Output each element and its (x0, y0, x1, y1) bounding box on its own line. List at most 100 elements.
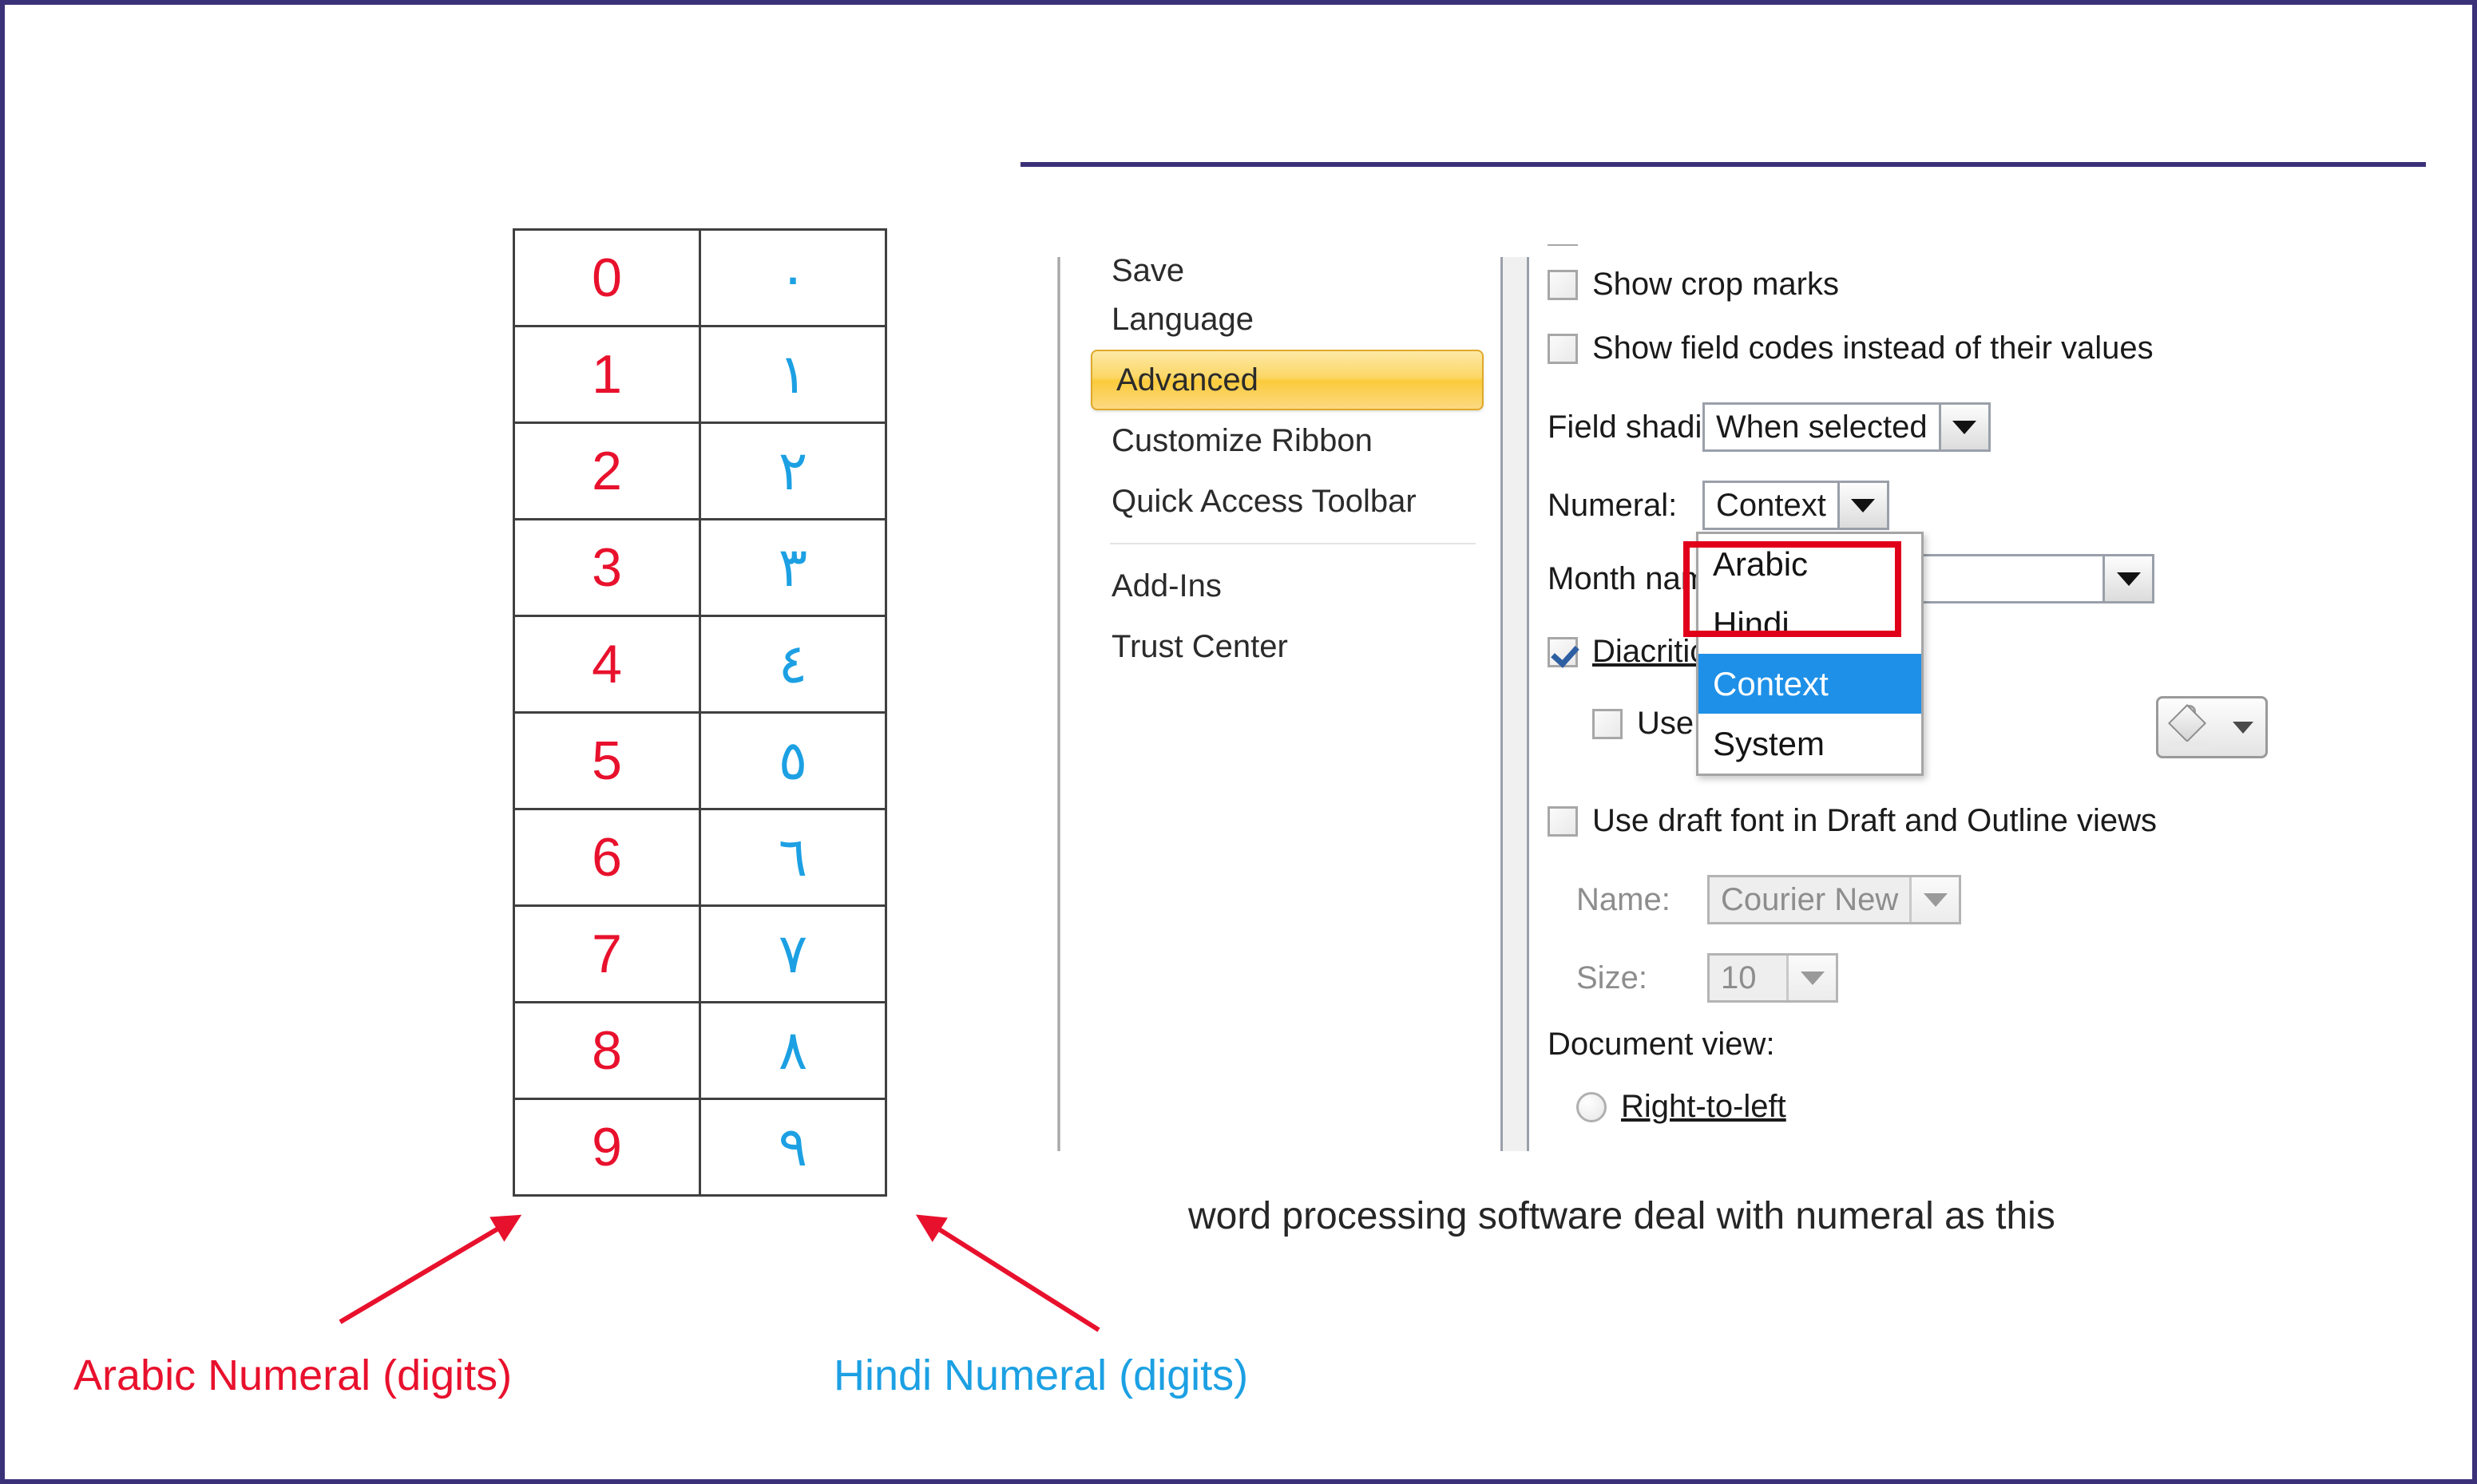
arrow-to-arabic-column (339, 1214, 522, 1324)
hindi-numeral-cell: ٦ (699, 808, 887, 907)
option-use-draft-font[interactable]: Use draft font in Draft and Outline view… (1548, 803, 2157, 839)
option-show-crop-marks[interactable]: Show crop marks (1548, 267, 1839, 303)
checkbox-show-field-codes[interactable] (1548, 333, 1578, 364)
size-label: Size: (1576, 960, 1647, 995)
arabic-numeral-cell: 8 (513, 1001, 701, 1100)
field-shading-row: Field shading: When selected (1548, 402, 1991, 452)
annotation-highlight-box (1683, 541, 1901, 637)
word-options-dialog: Save Language Advanced Customize Ribbon … (1052, 244, 2426, 1154)
option-label: Show field codes instead of their values (1592, 330, 2154, 366)
numeral-comparison-table: 0٠1١2٢3٣4٤5٥6٦7٧8٨9٩ (513, 228, 887, 1197)
draft-font-size-value: 10 (1721, 960, 1757, 995)
dropdown-option-system[interactable]: System (1698, 714, 1921, 774)
diacritics-color-button[interactable] (2156, 696, 2268, 758)
chevron-down-icon[interactable] (2233, 721, 2253, 734)
numeral-combo[interactable]: Context (1702, 481, 1889, 530)
field-shading-combo[interactable]: When selected (1702, 402, 1991, 452)
sidebar-item-label: Advanced (1116, 362, 1258, 398)
arabic-numeral-cell: 3 (513, 518, 701, 617)
advanced-options-pane: Show crop marks Show field codes instead… (1548, 244, 2426, 1154)
caption-arabic-numeral: Arabic Numeral (digits) (73, 1351, 513, 1399)
dropdown-option-context[interactable]: Context (1698, 654, 1921, 714)
hindi-numeral-cell: ٧ (699, 904, 887, 1003)
hindi-numeral-cell: ٠ (699, 228, 887, 327)
caption-note: word processing software deal with numer… (1188, 1195, 2055, 1237)
document-view-group-label: Document view: (1548, 1027, 1775, 1063)
checkbox-use-draft-font[interactable] (1548, 805, 1578, 837)
checkbox-show-crop-marks[interactable] (1548, 269, 1578, 300)
arabic-numeral-cell: 5 (513, 711, 701, 810)
arabic-numeral-cell: 9 (513, 1098, 701, 1197)
chevron-down-icon[interactable] (1909, 877, 1960, 922)
table-row: 3٣ (513, 518, 887, 617)
arabic-numeral-cell: 2 (513, 421, 701, 520)
table-row: 5٥ (513, 711, 887, 810)
slide-canvas: 0٠1١2٢3٣4٤5٥6٦7٧8٨9٩ Arabic Numeral (dig… (0, 0, 2477, 1484)
sidebar-item-trust-center[interactable]: Trust Center (1088, 616, 1487, 677)
option-label: Show crop marks (1592, 267, 1839, 302)
clipped-checkbox (1548, 244, 1578, 246)
draft-font-name-value: Courier New (1721, 881, 1899, 917)
numeral-row: Numeral: Context (1548, 481, 1889, 530)
field-shading-value: When selected (1716, 409, 1928, 445)
sidebar-item-save[interactable]: Save (1088, 244, 1487, 289)
draft-font-name-combo[interactable]: Courier New (1707, 875, 1962, 924)
dialog-vertical-divider (1500, 257, 1529, 1151)
table-row: 9٩ (513, 1098, 887, 1197)
field-shading-label: Field shading: (1548, 409, 1747, 445)
table-row: 4٤ (513, 615, 887, 714)
option-right-to-left[interactable]: Right-to-left (1576, 1089, 1786, 1125)
sidebar-item-customize-ribbon[interactable]: Customize Ribbon (1088, 410, 1487, 471)
hindi-numeral-cell: ٨ (699, 1001, 887, 1100)
hindi-numeral-cell: ٢ (699, 421, 887, 520)
draft-font-size-combo[interactable]: 10 (1707, 953, 1838, 1003)
hindi-numeral-cell: ١ (699, 325, 887, 424)
table-row: 6٦ (513, 808, 887, 907)
chevron-down-icon[interactable] (2102, 556, 2152, 601)
dialog-sidebar-nav: Save Language Advanced Customize Ribbon … (1088, 244, 1487, 677)
sidebar-item-label: Trust Center (1112, 628, 1288, 664)
sidebar-item-label: Add-Ins (1112, 568, 1222, 603)
option-label: Use draft font in Draft and Outline view… (1592, 803, 2157, 838)
sidebar-item-language[interactable]: Language (1088, 289, 1487, 350)
dialog-left-border (1057, 257, 1060, 1151)
option-label: Right-to-left (1621, 1089, 1786, 1125)
numeral-value: Context (1716, 487, 1826, 523)
sidebar-item-quick-access-toolbar[interactable]: Quick Access Toolbar (1088, 471, 1487, 532)
sidebar-item-label: Customize Ribbon (1112, 422, 1373, 458)
name-label: Name: (1576, 881, 1670, 917)
table-row: 1١ (513, 325, 887, 424)
arabic-numeral-cell: 6 (513, 808, 701, 907)
right-to-left-label: Right-to-left (1621, 1089, 1786, 1124)
hindi-numeral-cell: ٩ (699, 1098, 887, 1197)
option-show-field-codes[interactable]: Show field codes instead of their values (1548, 330, 2154, 366)
arabic-numeral-cell: 7 (513, 904, 701, 1003)
document-view-label: Document view: (1548, 1027, 1775, 1062)
chevron-down-icon[interactable] (1938, 405, 1988, 449)
chevron-down-icon[interactable] (1837, 483, 1887, 528)
chevron-down-icon[interactable] (1786, 956, 1836, 1000)
table-row: 0٠ (513, 228, 887, 327)
clipped-option-row-above (1548, 244, 2059, 252)
hindi-numeral-cell: ٤ (699, 615, 887, 714)
checkbox-use-this-diacritics[interactable] (1592, 708, 1623, 739)
radio-right-to-left[interactable] (1576, 1091, 1607, 1122)
sidebar-item-advanced[interactable]: Advanced (1091, 350, 1484, 410)
hindi-numeral-cell: ٣ (699, 518, 887, 617)
sidebar-divider (1110, 543, 1476, 544)
sidebar-item-add-ins[interactable]: Add-Ins (1088, 556, 1487, 616)
checkbox-diacritics[interactable] (1548, 636, 1578, 667)
numeral-label: Numeral: (1548, 487, 1678, 523)
draft-font-size-row: Size: 10 (1576, 953, 1838, 1003)
hindi-numeral-cell: ٥ (699, 711, 887, 810)
table-row: 7٧ (513, 904, 887, 1003)
arabic-numeral-cell: 4 (513, 615, 701, 714)
header-divider-rule (1021, 162, 2426, 167)
table-row: 2٢ (513, 421, 887, 520)
arabic-numeral-cell: 0 (513, 228, 701, 327)
draft-font-name-row: Name: Courier New (1576, 875, 1962, 924)
table-row: 8٨ (513, 1001, 887, 1100)
paint-bucket-icon (2167, 703, 2209, 751)
caption-hindi-numeral: Hindi Numeral (digits) (834, 1351, 1249, 1399)
sidebar-item-label: Quick Access Toolbar (1112, 483, 1417, 519)
